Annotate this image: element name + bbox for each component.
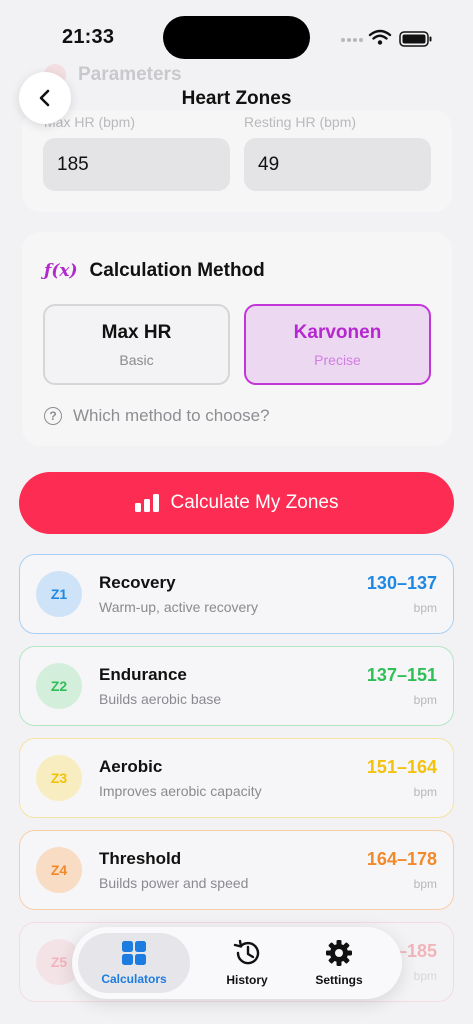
zone-badge: Z4 [36,847,82,893]
battery-icon [399,31,432,47]
zone-range: 151–164 [366,757,437,777]
zone-unit: bpm [413,601,437,615]
question-icon: ? [44,407,62,425]
cellular-signal-icon [341,38,363,42]
tab-label: Settings [315,973,363,987]
help-text: Which method to choose? [73,406,270,425]
method-title: Calculation Method [89,260,265,281]
tab-history[interactable]: History [196,933,298,993]
zone-description: Builds aerobic base [99,691,222,707]
tab-settings[interactable]: Settings [288,933,390,993]
zone-card-z2[interactable]: Z2 Endurance Builds aerobic base 137–151 bpm [19,646,454,726]
zone-description: Builds power and speed [99,875,249,891]
function-icon: ƒ(x) [44,261,78,281]
zone-card-z1[interactable]: Z1 Recovery Warm-up, active recovery 130–13… [19,554,454,634]
gear-icon [326,940,352,966]
zone-card-z3[interactable]: Z3 Aerobic Improves aerobic capacity 151–16… [19,738,454,818]
zone-description: Improves aerobic capacity [99,783,262,799]
page-title: Heart Zones [181,88,292,109]
tab-bar: Calculators History Settings [72,927,402,999]
zone-card-z4[interactable]: Z4 Threshold Builds power and speed 164–178… [19,830,454,910]
option-subtitle: Precise [314,351,361,368]
zone-range: –185 [396,941,437,961]
tab-label: Calculators [101,972,167,986]
zone-description: Warm-up, active recovery [99,599,258,615]
zone-range: 130–137 [366,573,437,593]
resting-hr-input[interactable]: 49 [244,138,431,191]
history-icon [233,939,260,965]
zone-unit: bpm [413,693,437,707]
zone-name: Aerobic [99,757,163,776]
zone-range: 137–151 [366,665,437,685]
zone-badge: Z2 [36,663,82,709]
grid-icon [122,941,146,965]
zone-name: Threshold [99,849,182,868]
status-time: 21:33 [62,26,115,48]
wifi-icon [368,29,392,40]
zone-badge: Z1 [36,571,82,617]
status-icons [340,28,435,48]
option-title: Karvonen [293,321,382,343]
option-subtitle: Basic [119,351,154,368]
zone-unit: bpm [413,785,437,799]
max-hr-input[interactable]: 185 [43,138,230,191]
zone-name: Recovery [99,573,176,592]
zone-unit: bpm [413,969,437,983]
calculate-zones-button[interactable]: Calculate My Zones [19,472,454,534]
tab-label: History [226,973,268,987]
zone-name: Endurance [99,665,187,684]
tab-calculators[interactable]: Calculators [78,933,190,993]
dynamic-island [163,16,310,59]
method-option-karvonen[interactable]: Karvonen Precise [244,304,431,385]
zone-range: 164–178 [366,849,437,869]
method-heading: ƒ(x) Calculation Method [44,260,265,282]
zone-unit: bpm [413,877,437,891]
method-option-max-hr[interactable]: Max HR Basic [43,304,230,385]
option-title: Max HR [101,321,172,343]
calculate-label: Calculate My Zones [170,492,339,513]
zone-badge: Z3 [36,755,82,801]
resting-hr-label: Resting HR (bpm) [244,114,357,130]
method-help-link[interactable]: ? Which method to choose? [44,406,270,426]
bar-chart-icon [134,494,159,512]
